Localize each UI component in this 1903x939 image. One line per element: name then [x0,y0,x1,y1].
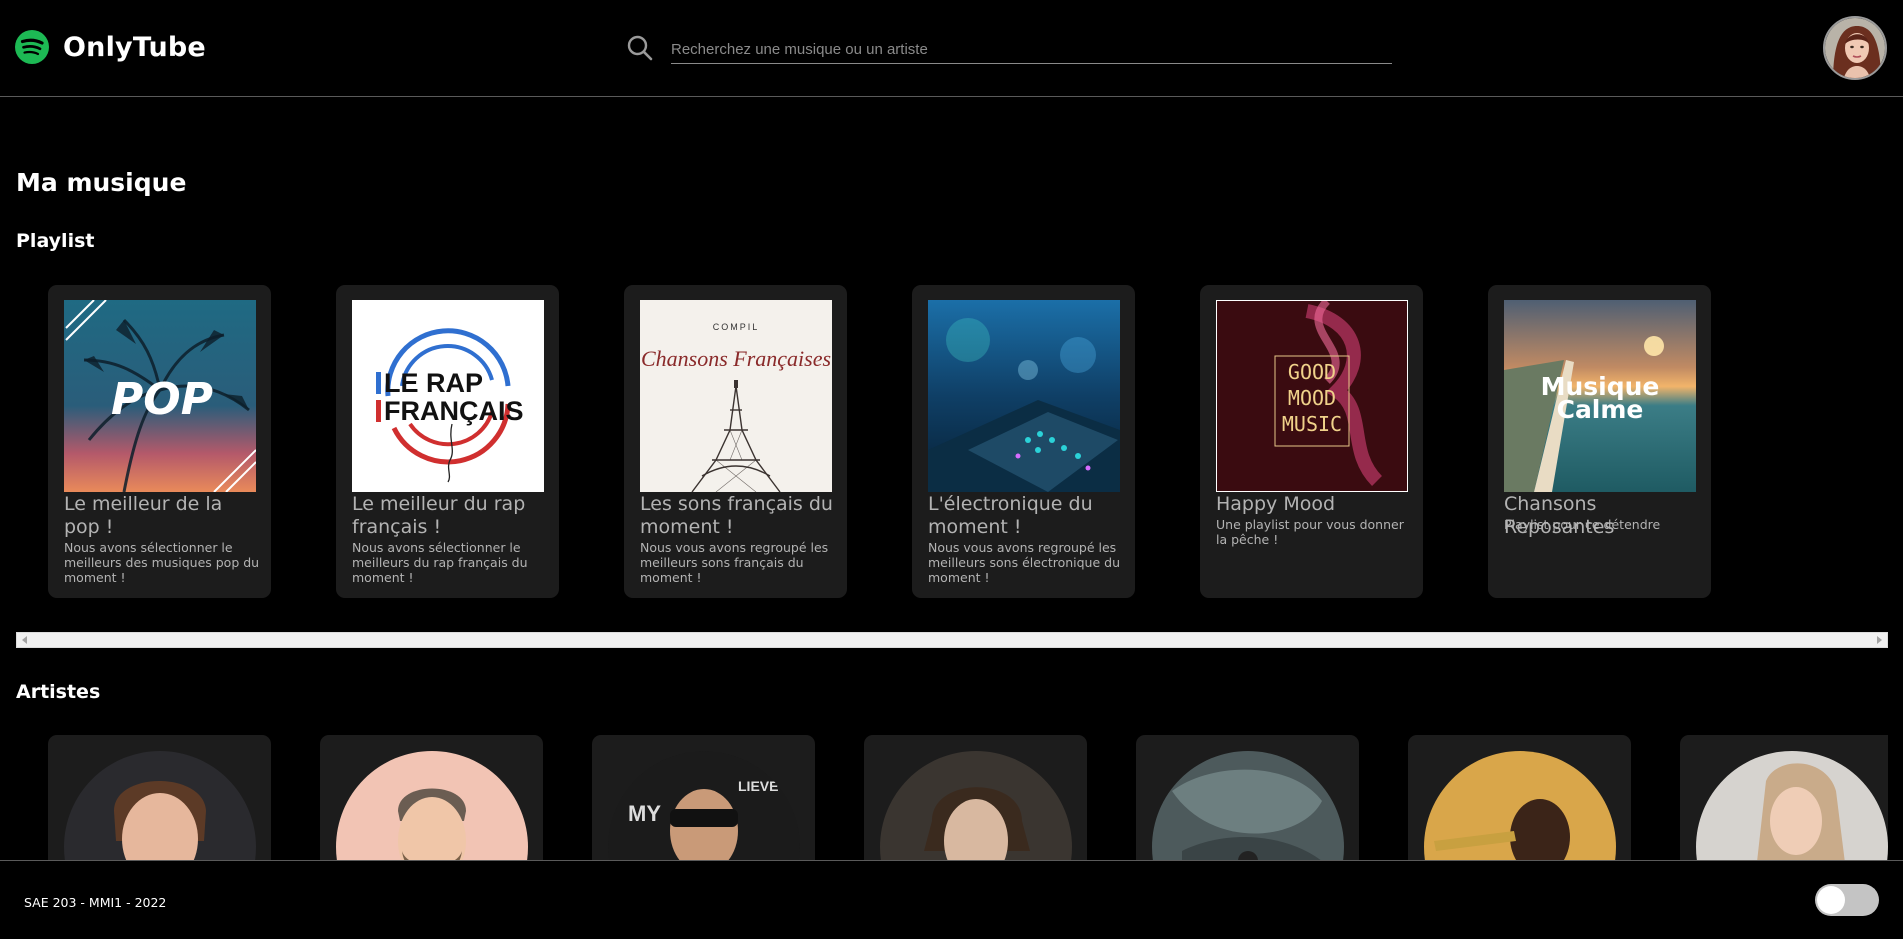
footer: SAE 203 - MMI1 - 2022 [0,860,1903,939]
playlist-card-rap[interactable]: LE RAP FRANÇAIS Le meilleur du rap franç… [336,285,559,598]
theme-toggle[interactable] [1815,884,1879,916]
artist-photo [1696,751,1888,860]
artist-card[interactable]: MY LIEVE [592,735,815,860]
playlist-cover-calme: Musique Calme [1504,300,1696,492]
artist-card[interactable] [1136,735,1359,860]
svg-text:COMPIL: COMPIL [713,322,760,332]
svg-text:MUSIC: MUSIC [1282,412,1342,436]
playlist-title: Le meilleur du rap français ! [352,493,526,538]
playlist-title: L'électronique du moment ! [928,493,1093,538]
search-icon[interactable] [626,34,654,62]
artist-card[interactable] [320,735,543,860]
svg-text:Calme: Calme [1557,395,1644,424]
playlist-cover-happy: GOOD MOOD MUSIC [1216,300,1408,492]
artist-photo [64,751,256,860]
playlist-title: Les sons français du moment ! [640,493,833,538]
svg-text:FRANÇAIS: FRANÇAIS [384,396,524,426]
artist-card[interactable] [1408,735,1631,860]
svg-text:Chansons Françaises: Chansons Françaises [641,346,831,371]
svg-text:GOOD: GOOD [1288,360,1336,384]
playlist-description: Playlist pour ce détendre [1504,517,1661,532]
artist-photo [880,751,1072,860]
scroll-right-arrow-icon[interactable] [1877,636,1882,644]
playlist-title: Chansons Reposantes [1504,493,1615,538]
playlist-description: Une playlist pour vous donner la pêche ! [1216,517,1404,547]
toggle-knob [1817,886,1845,914]
app-title: OnlyTube [63,31,206,63]
svg-text:LIEVE: LIEVE [738,778,778,794]
playlist-description: Nous avons sélectionner le meilleurs des… [64,540,260,585]
playlist-title: Happy Mood [1216,493,1336,515]
header: OnlyTube [0,0,1903,97]
scroll-left-arrow-icon[interactable] [22,636,27,644]
playlist-cover-pop: POP [64,300,256,492]
brand[interactable]: OnlyTube [15,30,206,64]
artist-photo: MY LIEVE [608,751,800,860]
avatar[interactable] [1823,16,1887,80]
page-title: Ma musique [16,168,187,197]
artist-card[interactable] [48,735,271,860]
artist-photo [1424,751,1616,860]
svg-text:POP: POP [111,374,213,425]
search-input[interactable] [671,36,1392,64]
artists-row: MY LIEVE [0,735,1888,860]
playlist-cover-electro [928,300,1120,492]
playlist-title: Le meilleur de la pop ! [64,493,223,538]
playlist-description: Nous vous avons regroupé les meilleurs s… [640,540,829,585]
svg-text:LE RAP: LE RAP [384,368,483,398]
playlist-card-happy[interactable]: GOOD MOOD MUSIC Happy Mood Une playlist … [1200,285,1423,598]
playlist-card-chansons[interactable]: COMPIL Chansons Françaises Les sons fran… [624,285,847,598]
playlist-card-electro[interactable]: L'électronique du moment ! Nous vous avo… [912,285,1135,598]
svg-text:MY: MY [628,801,661,826]
artist-photo [1152,751,1344,860]
playlist-card-pop[interactable]: POP Le meilleur de la pop ! Nous avons s… [48,285,271,598]
artists-section-title: Artistes [16,681,101,703]
svg-text:MOOD: MOOD [1288,386,1336,410]
artist-card[interactable] [1680,735,1888,860]
playlist-card-calme[interactable]: Musique Calme Chansons Reposantes Playli… [1488,285,1711,598]
playlist-scrollbar[interactable] [16,632,1888,648]
artist-card[interactable] [864,735,1087,860]
playlist-description: Nous avons sélectionner le meilleurs du … [352,540,528,585]
playlist-description: Nous vous avons regroupé les meilleurs s… [928,540,1121,585]
playlist-section-title: Playlist [16,230,95,252]
playlist-cover-rap: LE RAP FRANÇAIS [352,300,544,492]
footer-text: SAE 203 - MMI1 - 2022 [24,895,167,910]
spotify-logo-icon [15,30,49,64]
artist-photo [336,751,528,860]
avatar-image [1825,18,1885,78]
playlist-cover-chansons: COMPIL Chansons Françaises [640,300,832,492]
